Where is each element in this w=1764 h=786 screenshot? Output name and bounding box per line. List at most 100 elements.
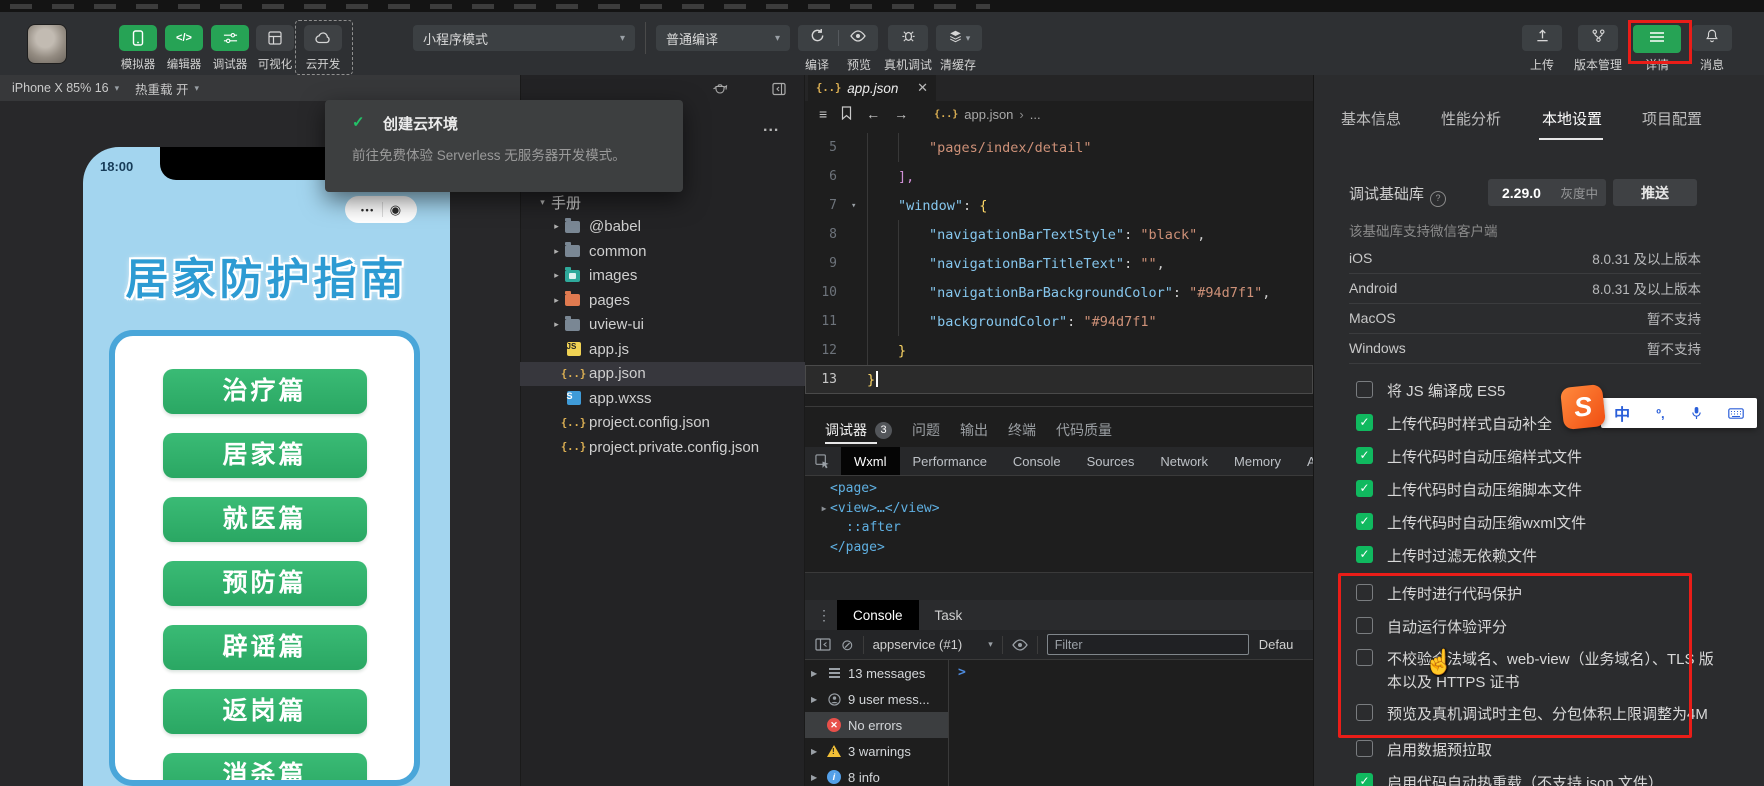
tree-item-folder[interactable]: ▸ @babel (520, 215, 805, 240)
wxml-node[interactable]: ▶<view>…</view> (805, 499, 1313, 519)
close-capsule-icon[interactable]: ◉ (390, 202, 401, 218)
tree-item-file[interactable]: app.wxss (520, 386, 805, 411)
outline-icon[interactable]: ≡ (819, 106, 827, 122)
tree-root-folder[interactable]: ▾ 手册 (520, 190, 805, 215)
wxml-pseudo-node[interactable]: ::after (805, 518, 1313, 538)
microphone-icon[interactable] (1691, 406, 1702, 420)
tree-item-folder[interactable]: ▸ common (520, 239, 805, 264)
tab-performance-analysis[interactable]: 性能分析 (1441, 108, 1501, 129)
toolbar-button-clouddev[interactable]: 云开发 (300, 25, 346, 72)
collapse-explorer-icon[interactable] (772, 82, 786, 101)
message-button[interactable] (1692, 25, 1732, 51)
setting-compress-style[interactable]: 上传代码时自动压缩样式文件 (1356, 446, 1582, 469)
push-button[interactable]: 推送 (1613, 179, 1697, 206)
wxml-node[interactable]: <page> (805, 479, 1313, 499)
compile-button[interactable] (798, 28, 838, 48)
nav-button-medical[interactable]: 就医篇 (163, 497, 367, 542)
nav-button-prevention[interactable]: 预防篇 (163, 561, 367, 606)
tab-code-quality[interactable]: 代码质量 (1056, 420, 1112, 440)
tab-terminal[interactable]: 终端 (1008, 420, 1036, 440)
console-group-messages[interactable]: ▶ 13 messages (805, 660, 948, 686)
checkbox[interactable] (1356, 546, 1373, 563)
keyboard-icon[interactable] (1728, 408, 1744, 419)
tab-basic-info[interactable]: 基本信息 (1341, 108, 1401, 129)
js-context-dropdown[interactable]: appservice (#1) (873, 637, 963, 652)
console-group-user-messages[interactable]: ▶ 9 user mess... (805, 686, 948, 712)
tab-debugger[interactable]: 调试器3 (825, 420, 892, 440)
user-avatar[interactable] (28, 25, 66, 63)
setting-data-prefetch[interactable]: 启用数据预拉取 (1356, 739, 1492, 762)
miniprogram-capsule[interactable]: ••• ◉ (345, 196, 417, 223)
checkbox[interactable] (1356, 740, 1373, 757)
devtools-tab-application[interactable]: Ap (1294, 447, 1313, 476)
version-manage-button[interactable] (1578, 25, 1618, 51)
tree-item-folder[interactable]: ▸ pages (520, 288, 805, 313)
ime-language-toggle[interactable]: 中 (1614, 401, 1630, 425)
devtools-tab-performance[interactable]: Performance (900, 447, 1000, 476)
explorer-overflow-menu[interactable]: ... (763, 118, 779, 136)
tree-item-file[interactable]: app.js (520, 337, 805, 362)
sidebar-toggle-icon[interactable] (815, 638, 831, 651)
console-group-warnings[interactable]: ▶ 3 warnings (805, 738, 948, 764)
checkbox[interactable] (1356, 381, 1373, 398)
clear-cache-button[interactable]: ▾ (936, 25, 982, 51)
toolbar-button-debugger[interactable]: 调试器 (207, 25, 253, 72)
setting-compress-script[interactable]: 上传代码时自动压缩脚本文件 (1356, 479, 1582, 502)
devtools-tab-network[interactable]: Network (1147, 447, 1221, 476)
base-library-version-dropdown[interactable]: 2.29.0 灰度中 (1488, 179, 1606, 206)
tree-item-folder[interactable]: ▸ images (520, 264, 805, 289)
log-levels-dropdown[interactable]: Defau (1259, 637, 1294, 652)
nav-button-treatment[interactable]: 治疗篇 (163, 369, 367, 414)
toolbar-button-visualizer[interactable]: 可视化 (252, 25, 298, 72)
help-icon[interactable]: ? (1430, 191, 1446, 207)
device-model-dropdown[interactable]: iPhone X 85% 16▾ (12, 79, 119, 97)
compile-mode-dropdown[interactable]: 普通编译 ▾ (656, 25, 790, 51)
ime-punctuation-toggle[interactable]: º, (1656, 406, 1664, 421)
setting-hot-reload[interactable]: 启用代码自动热重载（不支持 json 文件） (1356, 772, 1663, 786)
checkbox[interactable] (1356, 513, 1373, 530)
toolbar-button-simulator[interactable]: 模拟器 (115, 25, 161, 72)
nav-button-disinfect[interactable]: 消杀篇 (163, 753, 367, 786)
tab-console[interactable]: Console (837, 600, 919, 630)
devtools-tab-memory[interactable]: Memory (1221, 447, 1294, 476)
tab-problems[interactable]: 问题 (912, 420, 940, 440)
devtools-tab-wxml[interactable]: Wxml (841, 447, 900, 476)
tab-output[interactable]: 输出 (960, 420, 988, 440)
sogou-ime-logo[interactable]: S (1560, 384, 1606, 430)
setting-compress-wxml[interactable]: 上传代码时自动压缩wxml文件 (1356, 512, 1586, 535)
tree-item-file[interactable]: project.private.config.json (520, 435, 805, 460)
breadcrumb[interactable]: {..} app.json › ... (934, 107, 1040, 122)
devtools-tab-console[interactable]: Console (1000, 447, 1074, 476)
more-icon[interactable]: ••• (361, 205, 375, 215)
mode-dropdown[interactable]: 小程序模式 ▾ (413, 25, 635, 51)
devtools-tab-sources[interactable]: Sources (1074, 447, 1148, 476)
console-prompt[interactable]: > (958, 665, 966, 680)
hot-reload-dropdown[interactable]: 热重载 开▾ (135, 79, 199, 97)
checkbox[interactable] (1356, 447, 1373, 464)
console-group-errors-selected[interactable]: ✕ No errors (805, 712, 948, 738)
nav-button-return-work[interactable]: 返岗篇 (163, 689, 367, 734)
tab-task[interactable]: Task (919, 600, 979, 630)
forward-arrow-icon[interactable]: → (894, 106, 908, 122)
wxml-node[interactable]: </page> (805, 538, 1313, 558)
clear-console-icon[interactable]: ⊘ (841, 636, 854, 654)
tree-item-file[interactable]: project.config.json (520, 411, 805, 436)
wxml-element-tree[interactable]: <page> ▶<view>…</view> ::after </page> (805, 479, 1313, 557)
nav-button-rumor[interactable]: 辟谣篇 (163, 625, 367, 670)
tooltip-description[interactable]: 前往免费体验 Serverless 无服务器开发模式。 (352, 144, 626, 164)
tab-local-settings[interactable]: 本地设置 (1542, 108, 1602, 129)
clouddev-teapot-icon[interactable] (712, 82, 728, 100)
inspect-element-icon[interactable] (815, 454, 830, 469)
console-group-info[interactable]: ▶ i 8 info (805, 764, 948, 786)
toolbar-button-editor[interactable]: </> 编辑器 (161, 25, 207, 72)
kebab-menu-icon[interactable]: ⋮ (817, 607, 831, 624)
tree-item-file-selected[interactable]: app.json (520, 362, 805, 387)
device-debug-button[interactable] (888, 25, 928, 51)
eye-watch-icon[interactable] (1012, 639, 1028, 651)
checkbox[interactable] (1356, 480, 1373, 497)
editor-tab-appjson[interactable]: {..} app.json ✕ (808, 75, 936, 101)
setting-filter-unused[interactable]: 上传时过滤无依赖文件 (1356, 545, 1537, 568)
preview-button[interactable] (839, 29, 879, 47)
checkbox[interactable] (1356, 773, 1373, 786)
checkbox[interactable] (1356, 414, 1373, 431)
